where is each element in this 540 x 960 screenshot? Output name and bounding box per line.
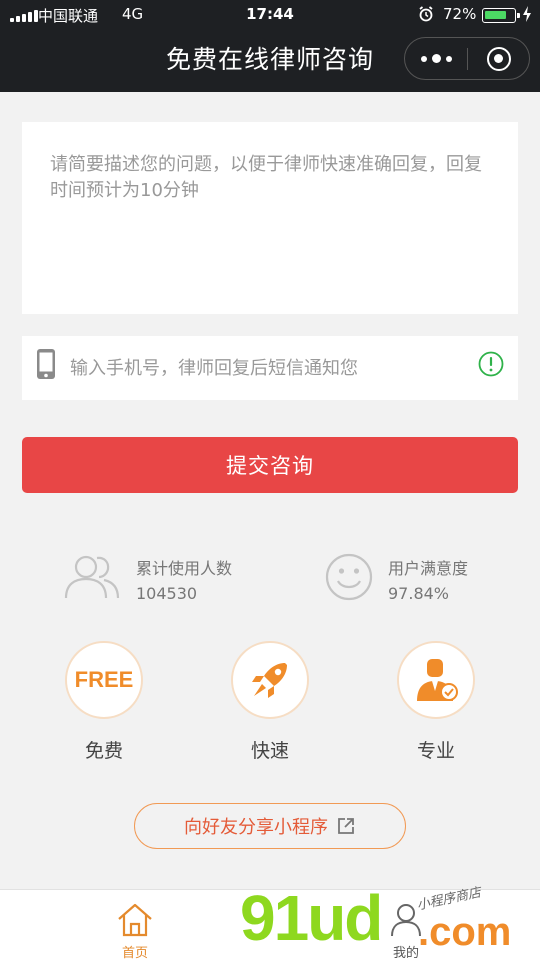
share-button[interactable]: 向好友分享小程序: [134, 803, 406, 849]
question-input[interactable]: [22, 122, 518, 314]
mobile-phone-icon: [37, 349, 55, 379]
mini-program-capsule: [404, 37, 530, 80]
tab-home[interactable]: 首页: [75, 890, 195, 960]
smiley-icon: [325, 553, 373, 601]
share-button-label: 向好友分享小程序: [184, 817, 328, 838]
feature-professional-label: 专业: [416, 740, 455, 762]
stat-satisfaction-value: 97.84%: [388, 584, 450, 603]
stat-users-value: 104530: [136, 584, 198, 603]
feature-fast: 快速: [230, 641, 310, 765]
top-bar: 中国联通 4G 17:44 72% 免费在线律师咨询: [0, 0, 540, 92]
alert-circle-icon[interactable]: [478, 351, 504, 377]
rocket-icon: [252, 663, 287, 698]
users-icon: [64, 555, 120, 599]
lawyer-badge-icon: [417, 659, 458, 701]
free-badge-icon: FREE: [65, 641, 143, 719]
feature-free-label: 免费: [84, 740, 123, 762]
close-button[interactable]: [468, 38, 529, 79]
tab-home-label: 首页: [121, 946, 148, 960]
charging-icon: [523, 6, 531, 22]
feature-fast-label: 快速: [250, 740, 289, 762]
submit-button[interactable]: 提交咨询: [22, 437, 518, 493]
phone-row: [22, 336, 518, 400]
tab-bar: 首页 我的: [0, 889, 540, 960]
phone-input[interactable]: [70, 336, 470, 400]
person-icon: [391, 904, 421, 937]
battery-percent: 72%: [443, 5, 477, 23]
stat-satisfaction-label: 用户满意度: [388, 559, 469, 578]
free-badge-text: FREE: [74, 667, 134, 692]
battery-icon: [482, 8, 520, 23]
rocket-circle: [231, 641, 309, 719]
target-circle-icon: [486, 46, 511, 71]
alarm-icon: [419, 6, 433, 22]
tab-mine-label: 我的: [392, 946, 419, 960]
status-bar: 中国联通 4G 17:44 72%: [0, 0, 540, 30]
feature-professional: 专业: [396, 641, 476, 765]
lawyer-circle: [397, 641, 475, 719]
feature-free: FREE 免费: [64, 641, 144, 765]
more-dots-icon[interactable]: [405, 38, 467, 79]
stat-users-label: 累计使用人数: [136, 559, 233, 578]
tab-mine[interactable]: 我的: [346, 890, 466, 960]
question-box: [22, 122, 518, 314]
home-icon: [118, 903, 152, 937]
external-link-icon: [338, 818, 354, 834]
